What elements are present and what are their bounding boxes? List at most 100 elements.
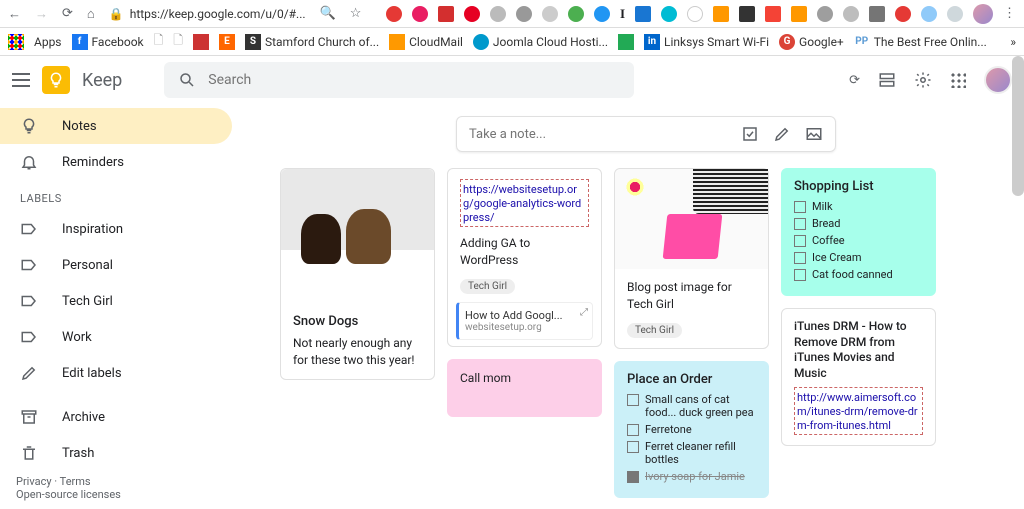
ext-icon[interactable]: I: [620, 6, 625, 22]
note-label[interactable]: Tech Girl: [460, 279, 515, 294]
sidebar-item-notes[interactable]: Notes: [0, 108, 232, 144]
settings-icon[interactable]: [914, 71, 932, 89]
ext-icon[interactable]: [438, 6, 454, 22]
checklist-item[interactable]: Cat food canned: [794, 268, 923, 281]
apps-grid-icon[interactable]: [950, 72, 966, 88]
note-card[interactable]: iTunes DRM - How to Remove DRM from iTun…: [781, 308, 936, 446]
keep-logo: [42, 66, 70, 94]
overflow-icon[interactable]: »: [1010, 35, 1016, 49]
note-body: Adding GA to WordPress: [460, 235, 589, 269]
list-view-icon[interactable]: [878, 71, 896, 89]
ext-icon[interactable]: [739, 6, 755, 22]
bookmark-item[interactable]: Joomla Cloud Hosti...: [473, 34, 608, 50]
ext-icon[interactable]: [542, 6, 558, 22]
brush-icon[interactable]: [773, 125, 791, 143]
ext-icon[interactable]: [490, 6, 506, 22]
scrollbar[interactable]: [1012, 56, 1024, 196]
ext-icon[interactable]: [516, 6, 532, 22]
sidebar-label-techgirl[interactable]: Tech Girl: [0, 283, 232, 319]
take-note-input[interactable]: Take a note...: [456, 116, 836, 152]
ext-icon[interactable]: [464, 6, 480, 22]
reload-icon[interactable]: ⟳: [62, 6, 73, 22]
note-link[interactable]: https://websitesetup.org/google-analytic…: [463, 183, 581, 224]
ext-icon[interactable]: [661, 6, 677, 22]
menu-icon[interactable]: ⋮: [1003, 6, 1016, 21]
ext-icon[interactable]: [568, 6, 584, 22]
privacy-link[interactable]: Privacy: [16, 475, 52, 488]
link-attachment[interactable]: How to Add Googl... websitesetup.org ⤢: [456, 302, 593, 340]
bookmark-item[interactable]: [618, 34, 634, 50]
checklist-item[interactable]: Ferret cleaner refill bottles: [627, 440, 756, 466]
sidebar-label-personal[interactable]: Personal: [0, 247, 232, 283]
terms-link[interactable]: Terms: [60, 475, 91, 488]
profile-avatar[interactable]: [973, 4, 993, 24]
close-icon[interactable]: ⤢: [580, 307, 588, 318]
search-bar[interactable]: [164, 62, 634, 98]
checklist-item[interactable]: Ivory soap for Jamie: [627, 470, 756, 483]
bookmark-item[interactable]: fFacebook: [72, 34, 144, 50]
ext-icon[interactable]: [921, 6, 937, 22]
sidebar-label-work[interactable]: Work: [0, 319, 232, 355]
bookmark-item[interactable]: GGoogle+: [779, 34, 844, 50]
refresh-icon[interactable]: ⟳: [849, 73, 860, 88]
star-icon[interactable]: ☆: [350, 6, 362, 21]
sidebar-trash[interactable]: Trash: [0, 435, 232, 471]
ext-icon[interactable]: [895, 6, 911, 22]
url-text[interactable]: https://keep.google.com/u/0/#...: [130, 7, 306, 21]
sidebar-item-reminders[interactable]: Reminders: [0, 144, 232, 180]
note-card[interactable]: Blog post image for Tech Girl Tech Girl: [614, 168, 769, 349]
ext-icon[interactable]: [594, 6, 610, 22]
note-card[interactable]: Shopping List Milk Bread Coffee Ice Crea…: [781, 168, 936, 296]
ext-icon[interactable]: [687, 6, 703, 22]
sidebar-label-inspiration[interactable]: Inspiration: [0, 211, 232, 247]
bookmark-item[interactable]: inLinksys Smart Wi-Fi: [644, 34, 769, 50]
bookmark-item[interactable]: [193, 34, 209, 50]
ext-icon[interactable]: [791, 6, 807, 22]
bookmark-item[interactable]: 🗋: [173, 31, 183, 52]
ext-icon[interactable]: [386, 6, 402, 22]
ext-icon[interactable]: [412, 6, 428, 22]
account-avatar[interactable]: [984, 66, 1012, 94]
note-card[interactable]: https://websitesetup.org/google-analytic…: [447, 168, 602, 347]
ext-icon[interactable]: [817, 6, 833, 22]
ext-icon[interactable]: [869, 6, 885, 22]
note-card[interactable]: Call mom: [447, 359, 602, 417]
checklist-item[interactable]: Ice Cream: [794, 251, 923, 264]
apps-icon[interactable]: [8, 34, 24, 50]
bookmark-item[interactable]: CloudMail: [389, 34, 463, 50]
zoom-icon[interactable]: 🔍: [320, 6, 336, 21]
ext-icon[interactable]: [765, 6, 781, 22]
checklist-item[interactable]: Small cans of cat food... duck green pea: [627, 393, 756, 419]
bookmark-item[interactable]: SStamford Church of...: [245, 34, 379, 50]
home-icon[interactable]: ⌂: [87, 6, 95, 22]
back-icon[interactable]: ←: [8, 6, 21, 22]
checkbox-icon[interactable]: [741, 125, 759, 143]
note-card[interactable]: Place an Order Small cans of cat food...…: [614, 361, 769, 498]
note-card[interactable]: Snow Dogs Not nearly enough any for thes…: [280, 168, 435, 380]
bookmark-item[interactable]: 🗋: [154, 31, 164, 52]
sidebar-archive[interactable]: Archive: [0, 399, 232, 435]
note-label[interactable]: Tech Girl: [627, 323, 682, 338]
checklist-item[interactable]: Coffee: [794, 234, 923, 247]
menu-icon[interactable]: [12, 73, 30, 87]
ext-icon[interactable]: [713, 6, 729, 22]
bookmark-item[interactable]: PPThe Best Free Onlin...: [854, 34, 987, 50]
image-icon[interactable]: [805, 125, 823, 143]
ext-icon[interactable]: [843, 6, 859, 22]
checklist-item[interactable]: Ferretone: [627, 423, 756, 436]
sidebar-edit-labels[interactable]: Edit labels: [0, 355, 232, 391]
checklist-item[interactable]: Bread: [794, 217, 923, 230]
note-body: Call mom: [460, 370, 589, 387]
note-link[interactable]: http://www.aimersoft.com/itunes-drm/remo…: [797, 391, 918, 432]
oss-link[interactable]: Open-source licenses: [16, 488, 121, 501]
bookmark-item[interactable]: Apps: [34, 35, 62, 49]
bulb-icon: [20, 117, 38, 135]
forward-icon[interactable]: →: [35, 6, 48, 22]
ext-icon[interactable]: [635, 6, 651, 22]
lock-icon: 🔒: [109, 7, 124, 21]
search-input[interactable]: [208, 72, 620, 88]
app-header: Keep ⟳: [0, 56, 1024, 104]
bookmark-item[interactable]: E: [219, 34, 235, 50]
checklist-item[interactable]: Milk: [794, 200, 923, 213]
ext-icon[interactable]: [947, 6, 963, 22]
